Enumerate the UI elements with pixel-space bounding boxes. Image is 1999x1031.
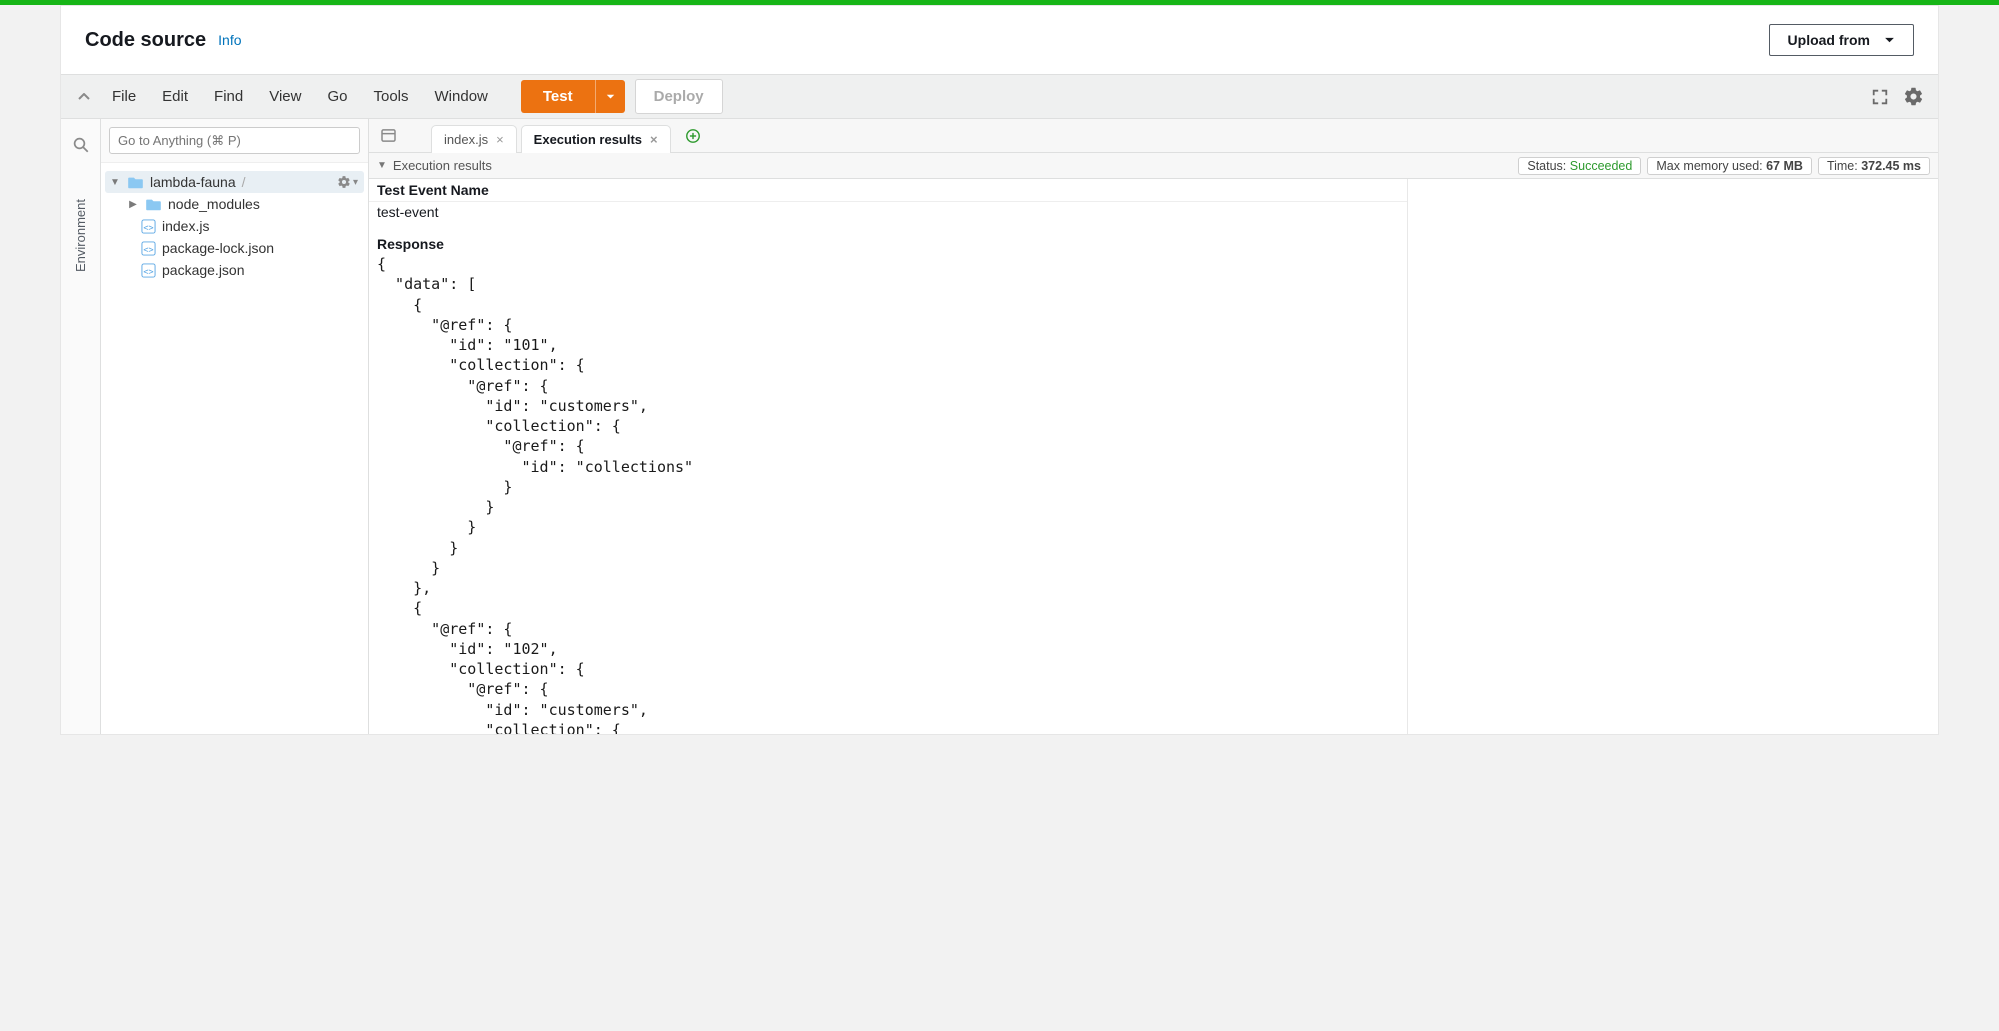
test-event-name-value: test-event — [369, 202, 1407, 230]
test-button-group: Test — [521, 80, 625, 113]
section-header: Code source Info Upload from — [61, 6, 1938, 74]
close-icon[interactable]: × — [496, 132, 504, 147]
chevron-down-icon: ▼ — [109, 177, 121, 188]
upload-from-label: Upload from — [1788, 32, 1870, 48]
chevron-right-icon: ▶ — [127, 199, 139, 210]
response-body: { "data": [ { "@ref": { "id": "101", "co… — [369, 252, 1407, 734]
ide-menu-bar: File Edit Find View Go Tools Window Test… — [61, 74, 1938, 119]
file-explorer: ▼ lambda-fauna / ▾ ▶ node — [101, 119, 369, 734]
menu: File Edit Find View Go Tools Window — [99, 82, 501, 111]
tab-list-icon[interactable] — [375, 129, 401, 142]
tab-label: index.js — [444, 132, 488, 147]
js-file-icon: <> — [141, 241, 156, 256]
js-file-icon: <> — [141, 263, 156, 278]
menu-window[interactable]: Window — [422, 82, 501, 111]
ide-body: Environment ▼ lambda-fauna / ▾ — [61, 119, 1938, 734]
gear-icon[interactable] — [1903, 86, 1924, 107]
test-dropdown-button[interactable] — [595, 80, 625, 113]
memory-value: 67 MB — [1766, 159, 1803, 173]
editor-tabs: index.js × Execution results × — [369, 119, 1938, 153]
result-area: Test Event Name test-event Response { "d… — [369, 179, 1938, 734]
caret-down-icon — [1884, 37, 1895, 44]
tree-item-file[interactable]: <> index.js — [105, 215, 364, 237]
menu-view[interactable]: View — [256, 82, 314, 111]
tree-item-label: node_modules — [168, 196, 260, 212]
time-label: Time: — [1827, 159, 1858, 173]
search-input[interactable] — [109, 127, 360, 154]
test-button[interactable]: Test — [521, 80, 595, 113]
file-tree: ▼ lambda-fauna / ▾ ▶ node — [101, 163, 368, 289]
tree-settings-icon[interactable]: ▾ — [337, 175, 358, 189]
section-title-text: Code source — [85, 29, 206, 52]
tab-label: Execution results — [534, 132, 642, 147]
code-source-panel: Code source Info Upload from File Edit F… — [60, 5, 1939, 735]
tab-execution-results[interactable]: Execution results × — [521, 125, 671, 153]
response-label: Response — [369, 230, 1407, 252]
time-chip: Time: 372.45 ms — [1818, 157, 1930, 175]
ide-toolbar-right — [1871, 86, 1924, 107]
deploy-button[interactable]: Deploy — [635, 79, 723, 114]
close-icon[interactable]: × — [650, 132, 658, 147]
section-title: Code source Info — [85, 29, 242, 52]
upload-from-button[interactable]: Upload from — [1769, 24, 1914, 56]
tree-item-file[interactable]: <> package.json — [105, 259, 364, 281]
search-row — [101, 119, 368, 163]
result-right-pane — [1408, 179, 1938, 734]
tree-root[interactable]: ▼ lambda-fauna / ▾ — [105, 171, 364, 193]
status-chip: Status: Succeeded — [1518, 157, 1641, 175]
editor-area: index.js × Execution results × ▼ Executi… — [369, 119, 1938, 734]
tab-index-js[interactable]: index.js × — [431, 125, 517, 153]
menu-tools[interactable]: Tools — [360, 82, 421, 111]
collapse-menu-icon[interactable] — [69, 93, 99, 101]
environment-tab[interactable]: Environment — [73, 189, 88, 282]
tree-item-label: package-lock.json — [162, 240, 274, 256]
memory-chip: Max memory used: 67 MB — [1647, 157, 1812, 175]
test-event-name-label: Test Event Name — [369, 179, 1407, 202]
tree-item-label: package.json — [162, 262, 245, 278]
info-link[interactable]: Info — [218, 32, 241, 48]
js-file-icon: <> — [141, 219, 156, 234]
execution-status-bar: ▼ Execution results Status: Succeeded Ma… — [369, 153, 1938, 179]
status-value: Succeeded — [1570, 159, 1633, 173]
menu-go[interactable]: Go — [314, 82, 360, 111]
tree-root-suffix: / — [242, 174, 246, 190]
menu-edit[interactable]: Edit — [149, 82, 201, 111]
status-label: Status: — [1527, 159, 1566, 173]
tree-item-folder[interactable]: ▶ node_modules — [105, 193, 364, 215]
time-value: 372.45 ms — [1861, 159, 1921, 173]
activity-bar: Environment — [61, 119, 101, 734]
svg-text:<>: <> — [143, 222, 153, 232]
tree-item-label: index.js — [162, 218, 209, 234]
search-icon[interactable] — [72, 127, 90, 163]
result-left-pane: Test Event Name test-event Response { "d… — [369, 179, 1408, 734]
tree-root-label: lambda-fauna — [150, 174, 236, 190]
fullscreen-icon[interactable] — [1871, 88, 1889, 106]
tree-item-file[interactable]: <> package-lock.json — [105, 237, 364, 259]
menu-find[interactable]: Find — [201, 82, 256, 111]
folder-icon — [127, 176, 144, 189]
chevron-down-icon[interactable]: ▼ — [377, 160, 387, 171]
memory-label: Max memory used: — [1656, 159, 1762, 173]
folder-icon — [145, 198, 162, 211]
execution-results-label: Execution results — [393, 158, 492, 173]
svg-text:<>: <> — [143, 244, 153, 254]
svg-text:<>: <> — [143, 266, 153, 276]
menu-file[interactable]: File — [99, 82, 149, 111]
add-tab-button[interactable] — [685, 128, 701, 144]
